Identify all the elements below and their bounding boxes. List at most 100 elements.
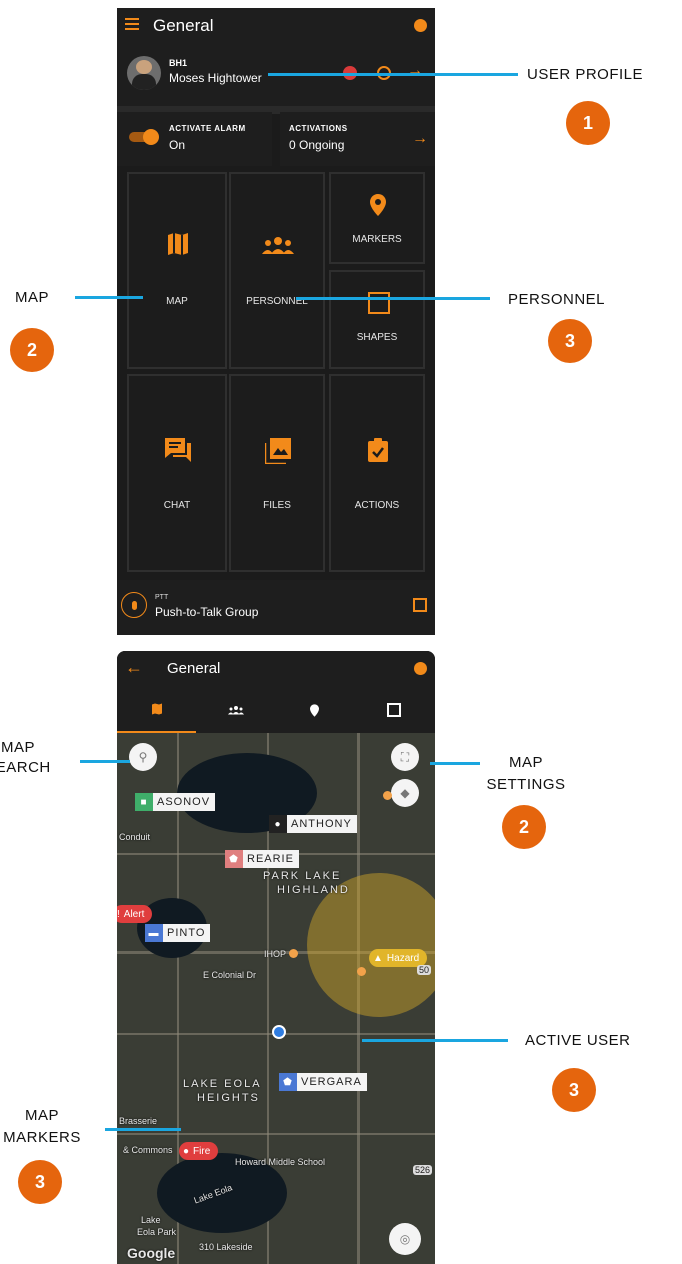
map-tabs bbox=[117, 687, 435, 733]
callout-line bbox=[80, 760, 130, 763]
place-label: & Commons bbox=[123, 1145, 173, 1155]
ptt-group: Push-to-Talk Group bbox=[155, 605, 259, 619]
people-icon bbox=[262, 237, 294, 254]
shield-icon: ⬟ bbox=[225, 850, 243, 868]
place-label: Lake bbox=[141, 1215, 161, 1225]
callout-text: MAP bbox=[0, 739, 35, 756]
tile-files-label: FILES bbox=[263, 500, 291, 511]
road-shield: 526 bbox=[413, 1165, 433, 1175]
shape-square-icon bbox=[368, 292, 390, 314]
activations-card[interactable]: ACTIVATIONS 0 Ongoing → bbox=[280, 112, 435, 166]
activate-alarm-toggle[interactable]: ACTIVATE ALARM On bbox=[117, 112, 272, 166]
layers-button[interactable]: ◆ bbox=[391, 779, 419, 807]
place-label: Eola Park bbox=[137, 1227, 177, 1237]
chat-icon bbox=[165, 438, 191, 462]
car-icon: ▬ bbox=[145, 924, 163, 942]
clipboard-check-icon bbox=[368, 438, 388, 462]
road-shield: 50 bbox=[417, 965, 432, 975]
marker-label: VERGARA bbox=[301, 1076, 362, 1088]
marker-anthony[interactable]: ● ANTHONY bbox=[269, 815, 357, 833]
microphone-icon[interactable] bbox=[121, 592, 147, 618]
tile-actions[interactable]: ACTIONS bbox=[329, 374, 425, 572]
place-label: HIGHLAND bbox=[277, 884, 350, 896]
marker-vergara[interactable]: ⬟ VERGARA bbox=[279, 1073, 367, 1091]
tile-chat[interactable]: CHAT bbox=[127, 374, 227, 572]
place-label: E Colonial Dr bbox=[203, 970, 257, 980]
shield-icon: ⬟ bbox=[279, 1073, 297, 1091]
poi-pin-icon bbox=[289, 949, 298, 958]
push-to-talk-bar[interactable]: PTT Push-to-Talk Group bbox=[117, 580, 435, 635]
tile-files[interactable]: FILES bbox=[229, 374, 325, 572]
callout-line bbox=[362, 1039, 508, 1042]
callout-text: SEARCH bbox=[0, 759, 51, 776]
callout-map-settings: MAP SETTINGS bbox=[478, 752, 574, 796]
marker-label: REARIE bbox=[247, 853, 294, 865]
callout-text: SETTINGS bbox=[486, 776, 566, 793]
tile-map[interactable]: MAP bbox=[127, 172, 227, 369]
shape-square-icon bbox=[386, 703, 401, 717]
header-title: General bbox=[167, 660, 221, 677]
avatar bbox=[127, 56, 161, 90]
hazard-label: Hazard bbox=[386, 952, 420, 964]
marker-pinto[interactable]: ▬ PINTO bbox=[145, 924, 211, 942]
google-logo: Google bbox=[127, 1245, 176, 1261]
map-screen: ← General ⚲ ⛶ ◆ ◎ ■ ASONOV ● ANTHONY ⬟ R… bbox=[117, 651, 435, 1264]
user-profile[interactable]: BH1 Moses Hightower → bbox=[117, 44, 435, 114]
callout-personnel: PERSONNEL bbox=[508, 291, 606, 308]
callout-line bbox=[430, 762, 480, 765]
fire-marker[interactable]: ● Fire bbox=[179, 1142, 219, 1160]
group-icon[interactable] bbox=[414, 19, 427, 32]
callout-line bbox=[105, 1128, 181, 1131]
toggle-switch[interactable] bbox=[129, 129, 159, 145]
place-label: Howard Middle School bbox=[235, 1157, 326, 1167]
callout-map: MAP bbox=[15, 289, 50, 306]
fire-icon: ● bbox=[183, 1145, 190, 1157]
group-icon[interactable] bbox=[414, 662, 427, 675]
external-link-icon[interactable] bbox=[413, 598, 427, 612]
tile-markers-label: MARKERS bbox=[352, 234, 402, 245]
alarm-state: On bbox=[169, 138, 186, 152]
callout-badge: 2 bbox=[10, 328, 54, 372]
place-label: Conduit bbox=[119, 832, 151, 842]
callout-badge: 3 bbox=[552, 1068, 596, 1112]
alert-marker[interactable]: ! Alert bbox=[117, 905, 153, 923]
person-icon: ● bbox=[269, 815, 287, 833]
marker-asonov[interactable]: ■ ASONOV bbox=[135, 793, 216, 811]
activations-label: ACTIVATIONS bbox=[289, 124, 348, 133]
tile-map-label: MAP bbox=[166, 296, 188, 307]
callout-line bbox=[268, 73, 518, 76]
tab-shapes[interactable] bbox=[354, 687, 433, 733]
tab-personnel[interactable] bbox=[196, 687, 275, 733]
marker-rearie[interactable]: ⬟ REARIE bbox=[225, 850, 299, 868]
active-user-dot[interactable] bbox=[272, 1025, 286, 1039]
tab-markers[interactable] bbox=[275, 687, 354, 733]
marker-label: ANTHONY bbox=[291, 818, 352, 830]
place-label: Brasserie bbox=[119, 1116, 158, 1126]
callout-line bbox=[296, 297, 490, 300]
back-arrow-icon[interactable]: ← bbox=[125, 657, 143, 678]
arrow-right-icon[interactable]: → bbox=[407, 62, 423, 80]
tab-map[interactable] bbox=[117, 687, 196, 733]
tile-shapes[interactable]: SHAPES bbox=[329, 270, 425, 369]
people-icon bbox=[227, 706, 244, 715]
place-label: LAKE EOLA bbox=[183, 1078, 262, 1090]
place-label: IHOP bbox=[264, 949, 287, 959]
poi-pin-icon bbox=[357, 967, 366, 976]
tile-shapes-label: SHAPES bbox=[356, 332, 398, 343]
callout-map-search: MAP SEARCH bbox=[0, 738, 58, 778]
arrow-right-icon[interactable]: → bbox=[412, 130, 428, 148]
alarm-label: ACTIVATE ALARM bbox=[169, 124, 246, 133]
satellite-map[interactable]: ⚲ ⛶ ◆ ◎ ■ ASONOV ● ANTHONY ⬟ REARIE ▬ PI… bbox=[117, 733, 435, 1264]
fullscreen-button[interactable]: ⛶ bbox=[391, 743, 419, 771]
menu-icon[interactable] bbox=[125, 18, 139, 30]
fire-label: Fire bbox=[193, 1145, 211, 1157]
tile-markers[interactable]: MARKERS bbox=[329, 172, 425, 264]
image-files-icon bbox=[265, 438, 291, 464]
my-location-button[interactable]: ◎ bbox=[389, 1223, 421, 1255]
tile-personnel[interactable]: PERSONNEL bbox=[229, 172, 325, 369]
marker-label: ASONOV bbox=[157, 796, 211, 808]
map-search-button[interactable]: ⚲ bbox=[129, 743, 157, 771]
callout-badge: 3 bbox=[548, 319, 592, 363]
callout-badge: 1 bbox=[566, 101, 610, 145]
poi-pin-icon bbox=[383, 791, 392, 800]
